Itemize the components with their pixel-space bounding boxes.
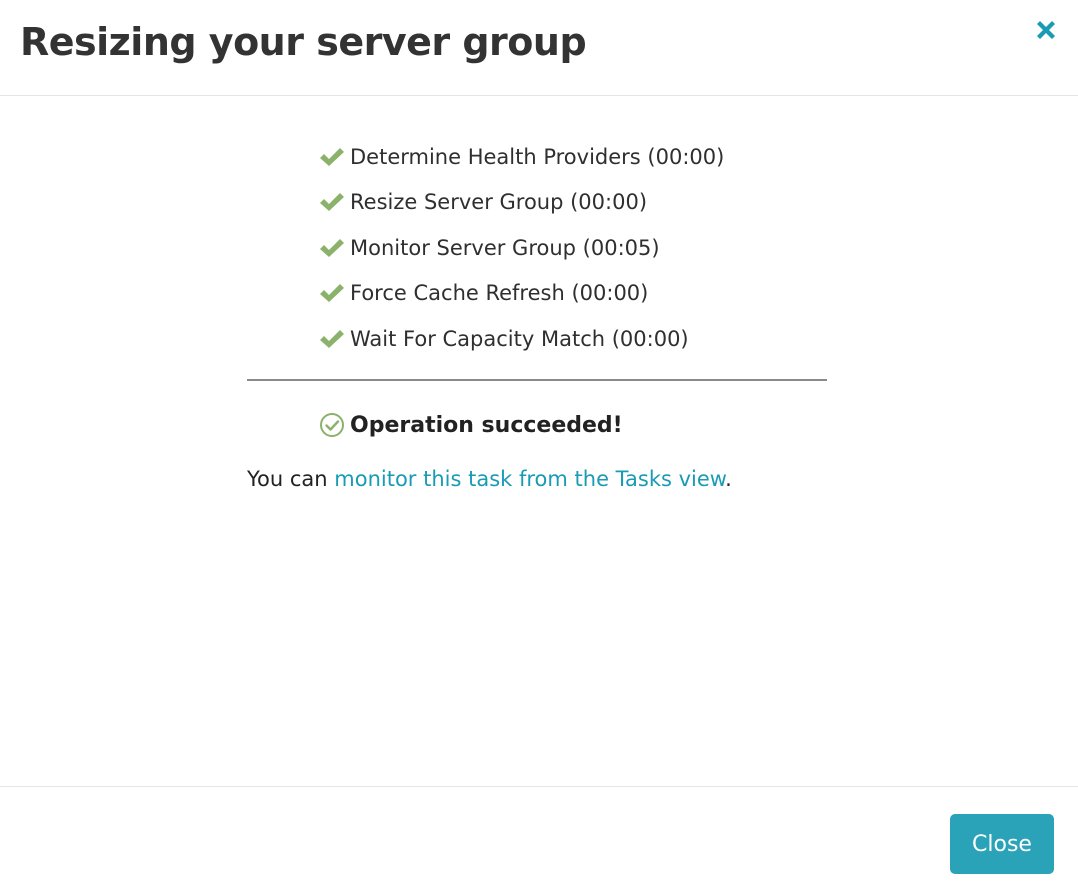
task-label: Force Cache Refresh (00:00) bbox=[350, 281, 649, 306]
close-button[interactable]: Close bbox=[950, 814, 1054, 874]
task-item: Wait For Capacity Match (00:00) bbox=[318, 316, 724, 362]
operation-status: Operation succeeded! bbox=[319, 412, 623, 438]
modal-header: Resizing your server group bbox=[0, 0, 1078, 96]
checkmark-icon bbox=[318, 236, 346, 260]
monitor-message: You can monitor this task from the Tasks… bbox=[247, 467, 732, 491]
checkmark-icon bbox=[318, 190, 346, 214]
monitor-prefix: You can bbox=[247, 467, 335, 491]
task-item: Monitor Server Group (00:05) bbox=[318, 225, 724, 271]
modal-title: Resizing your server group bbox=[20, 20, 587, 64]
close-icon[interactable] bbox=[1032, 16, 1060, 44]
task-item: Force Cache Refresh (00:00) bbox=[318, 271, 724, 317]
status-text: Operation succeeded! bbox=[350, 412, 623, 438]
resize-modal: Resizing your server group Determine Hea… bbox=[0, 0, 1078, 894]
task-label: Monitor Server Group (00:05) bbox=[350, 235, 660, 260]
monitor-suffix: . bbox=[725, 467, 732, 491]
modal-footer: Close bbox=[0, 786, 1078, 894]
check-circle-icon bbox=[319, 412, 345, 438]
task-item: Determine Health Providers (00:00) bbox=[318, 134, 724, 180]
task-list: Determine Health Providers (00:00) Resiz… bbox=[318, 134, 724, 362]
checkmark-icon bbox=[318, 145, 346, 169]
task-label: Determine Health Providers (00:00) bbox=[350, 144, 725, 169]
divider bbox=[247, 379, 827, 381]
tasks-view-link[interactable]: monitor this task from the Tasks view bbox=[334, 467, 725, 491]
task-label: Resize Server Group (00:00) bbox=[350, 190, 648, 215]
task-item: Resize Server Group (00:00) bbox=[318, 180, 724, 226]
task-label: Wait For Capacity Match (00:00) bbox=[350, 326, 689, 351]
checkmark-icon bbox=[318, 327, 346, 351]
checkmark-icon bbox=[318, 281, 346, 305]
